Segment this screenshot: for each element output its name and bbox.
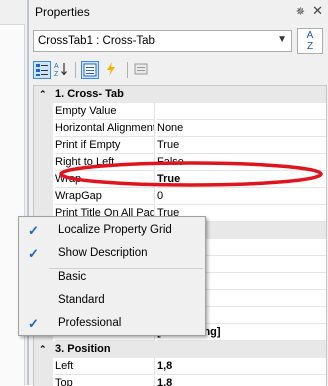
svg-text:A: A [54, 63, 59, 70]
menu-item-label: Professional [58, 317, 122, 329]
property-row[interactable]: Horizontal Alignment None [34, 120, 326, 137]
lightning-icon [107, 62, 115, 76]
menu-item-label: Standard [58, 294, 105, 306]
panel-title: Properties [35, 5, 90, 19]
property-row[interactable]: Print if Empty True [34, 137, 326, 154]
svg-text:Z: Z [54, 71, 59, 77]
property-row[interactable]: Right to Left False [34, 154, 326, 171]
category-row[interactable]: ⌃ 1. Cross- Tab [34, 86, 326, 103]
menu-item-show-description[interactable]: ✓ Show Description [19, 242, 205, 265]
categorized-icon [36, 64, 48, 76]
menu-item-label: Show Description [58, 247, 148, 259]
menu-item-basic[interactable]: Basic [19, 266, 205, 289]
property-value[interactable]: True [157, 171, 326, 188]
checkmark-icon: ✓ [28, 316, 39, 331]
sort-alpha-icon: A Z [54, 63, 67, 78]
property-row[interactable]: Empty Value [34, 103, 326, 120]
property-value[interactable] [157, 103, 326, 120]
property-value[interactable]: True [157, 137, 326, 154]
property-value[interactable]: None [157, 120, 326, 137]
property-row[interactable]: Left 1,8 [34, 358, 326, 375]
property-value[interactable]: False [157, 154, 326, 171]
pin-icon[interactable]: ✵ [296, 5, 305, 18]
properties-view-button[interactable] [81, 61, 99, 79]
collapse-caret-icon[interactable]: ⌃ [39, 86, 47, 103]
property-name: Left [55, 358, 155, 375]
sort-az-icon: A Z [306, 30, 314, 52]
object-selector-value: CrossTab1 : Cross-Tab [38, 35, 155, 47]
object-selector-dropdown[interactable]: CrossTab1 : Cross-Tab ▼ [33, 30, 292, 52]
property-name: Top [55, 375, 155, 386]
menu-item-label: Basic [58, 271, 87, 283]
property-row[interactable]: WrapGap 0 [34, 188, 326, 205]
collapse-caret-icon[interactable]: ⌃ [39, 341, 47, 358]
panel-title-bar: Properties ✵ ✕ [29, 0, 328, 24]
menu-item-localize-property-grid[interactable]: ✓ Localize Property Grid [19, 219, 205, 242]
property-row-wrap[interactable]: Wrap True [34, 171, 326, 188]
alphabetical-view-button[interactable]: A Z [53, 61, 71, 79]
checkmark-icon: ✓ [28, 223, 39, 238]
property-name: Horizontal Alignment [55, 120, 155, 137]
property-pages-icon [134, 63, 148, 75]
property-grid-toolbar: A Z [29, 58, 328, 84]
close-icon[interactable]: ✕ [312, 3, 323, 19]
property-pages-button[interactable] [133, 61, 151, 79]
properties-icon [83, 63, 97, 77]
property-name: Right to Left [55, 154, 155, 171]
toolbar-divider [127, 62, 128, 78]
checkmark-icon: ✓ [28, 246, 39, 261]
property-name: Wrap [55, 171, 155, 188]
menu-item-standard[interactable]: Standard [19, 289, 205, 312]
events-view-button[interactable] [103, 61, 121, 79]
property-name: Print if Empty [55, 137, 155, 154]
property-value[interactable]: 1,8 [157, 358, 326, 375]
menu-item-label: Localize Property Grid [58, 224, 172, 236]
context-menu: ✓ Localize Property Grid ✓ Show Descript… [18, 216, 206, 336]
property-name: Empty Value [55, 103, 155, 120]
categorized-view-button[interactable] [33, 61, 51, 79]
category-label: 1. Cross- Tab [55, 88, 124, 100]
toolbar-divider [75, 62, 76, 78]
property-row[interactable]: Top 1,8 [34, 375, 326, 386]
chevron-down-icon: ▼ [277, 34, 287, 45]
sort-alphabetical-button[interactable]: A Z [297, 28, 323, 54]
category-row[interactable]: ⌃ 3. Position [34, 341, 326, 358]
menu-item-professional[interactable]: ✓ Professional [19, 312, 205, 335]
category-label: 3. Position [55, 343, 111, 355]
property-name: WrapGap [55, 188, 155, 205]
property-value[interactable]: 0 [157, 188, 326, 205]
property-value[interactable]: 1,8 [157, 375, 326, 386]
